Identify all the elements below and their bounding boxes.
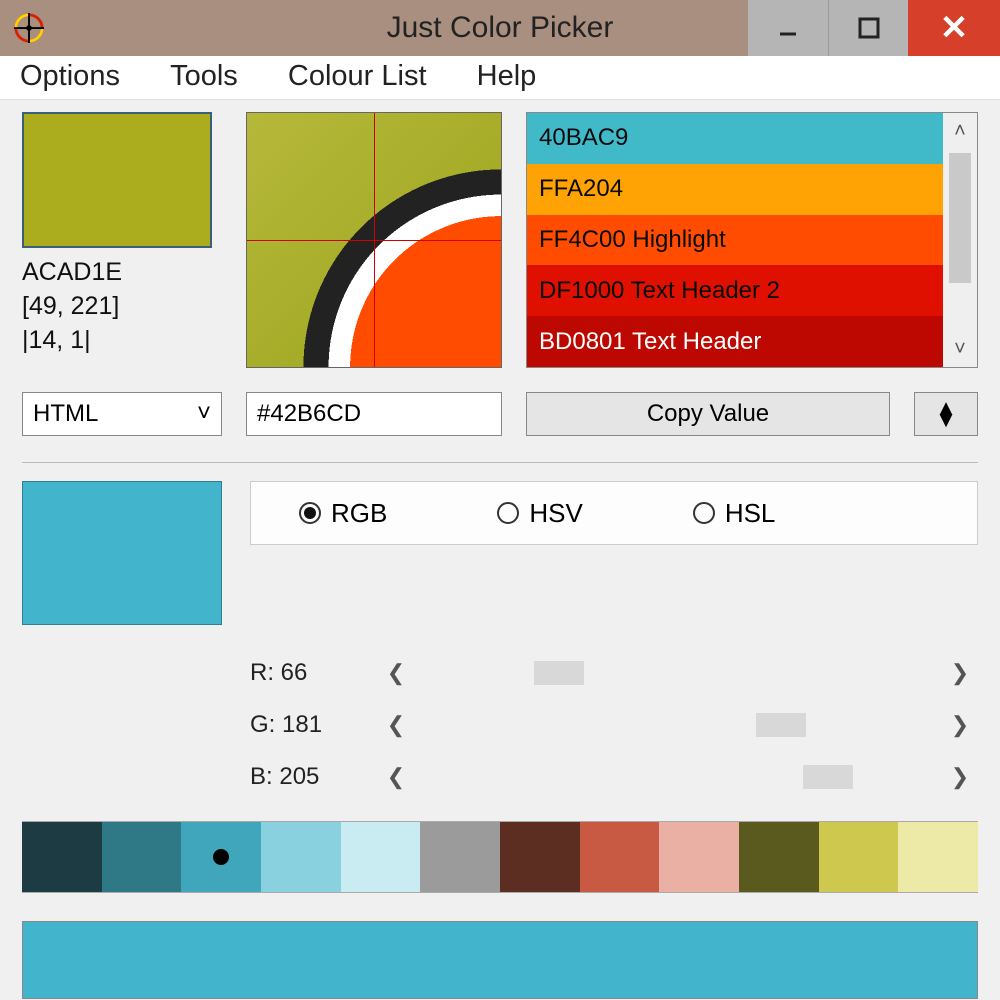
decrement-r[interactable]: ❮: [378, 660, 414, 686]
menu-colourlist[interactable]: Colour List: [288, 60, 427, 92]
track-r[interactable]: [432, 661, 924, 685]
palette-swatch[interactable]: [22, 822, 102, 892]
color-mode-group: RGB HSV HSL: [250, 481, 978, 545]
palette-swatch[interactable]: [181, 822, 261, 892]
palette-swatch[interactable]: [819, 822, 899, 892]
color-list-item[interactable]: 40BAC9: [527, 113, 943, 164]
palette-swatch[interactable]: [739, 822, 819, 892]
mode-hsv[interactable]: HSV: [497, 498, 582, 529]
slider-r: R: 66 ❮ ❯: [250, 647, 978, 699]
sampled-hex: ACAD1E: [22, 256, 222, 290]
gradient-bar[interactable]: [22, 921, 978, 999]
increment-r[interactable]: ❯: [942, 660, 978, 686]
scroll-up-icon[interactable]: ˄: [943, 113, 977, 149]
list-nav-spinner[interactable]: ▲ ▼: [914, 392, 978, 436]
app-window: Just Color Picker ✕ Options Tools Colour…: [0, 0, 1000, 1000]
menubar: Options Tools Colour List Help: [0, 56, 1000, 100]
palette-swatch[interactable]: [659, 822, 739, 892]
selected-color-preview: [22, 481, 222, 625]
palette-swatch[interactable]: [898, 822, 978, 892]
palette-swatch[interactable]: [102, 822, 182, 892]
thumb-b[interactable]: [803, 765, 853, 789]
close-icon: ✕: [940, 8, 969, 48]
thumb-g[interactable]: [756, 713, 806, 737]
scrollbar[interactable]: ˄ ˅: [943, 113, 977, 367]
color-list-item[interactable]: FFA204: [527, 164, 943, 215]
palette-swatch[interactable]: [420, 822, 500, 892]
menu-options[interactable]: Options: [20, 60, 120, 92]
harmony-palette: [22, 821, 978, 893]
color-value-input[interactable]: #42B6CD: [246, 392, 502, 436]
track-b[interactable]: [432, 765, 924, 789]
thumb-r[interactable]: [534, 661, 584, 685]
triangle-down-icon: ▼: [935, 414, 957, 426]
titlebar: Just Color Picker ✕: [0, 0, 1000, 56]
decrement-g[interactable]: ❮: [378, 712, 414, 738]
mode-hsl[interactable]: HSL: [693, 498, 776, 529]
divider: [22, 462, 978, 463]
sampled-position: [49, 221]: [22, 290, 222, 324]
minimize-button[interactable]: [748, 0, 828, 56]
color-list-item[interactable]: FF4C00 Highlight: [527, 215, 943, 266]
maximize-icon: [858, 17, 880, 39]
magnifier-view: [246, 112, 502, 368]
sampled-color-swatch: [22, 112, 212, 248]
copy-value-button[interactable]: Copy Value: [526, 392, 890, 436]
increment-b[interactable]: ❯: [942, 764, 978, 790]
increment-g[interactable]: ❯: [942, 712, 978, 738]
menu-tools[interactable]: Tools: [170, 60, 238, 92]
scroll-thumb[interactable]: [949, 153, 971, 283]
channel-sliders: R: 66 ❮ ❯ G: 181 ❮ ❯ B: 205 ❮ ❯: [250, 647, 978, 803]
maximize-button[interactable]: [828, 0, 908, 56]
slider-g: G: 181 ❮ ❯: [250, 699, 978, 751]
menu-help[interactable]: Help: [477, 60, 537, 92]
minimize-icon: [776, 16, 800, 40]
slider-b: B: 205 ❮ ❯: [250, 751, 978, 803]
mode-rgb[interactable]: RGB: [299, 498, 387, 529]
palette-swatch[interactable]: [341, 822, 421, 892]
track-g[interactable]: [432, 713, 924, 737]
palette-swatch[interactable]: [261, 822, 341, 892]
radio-icon: [299, 502, 321, 524]
sampled-relative: |14, 1|: [22, 324, 222, 358]
color-list: 40BAC9FFA204FF4C00 HighlightDF1000 Text …: [526, 112, 978, 368]
format-select[interactable]: HTML ˅: [22, 392, 222, 436]
close-button[interactable]: ✕: [908, 0, 1000, 56]
radio-icon: [693, 502, 715, 524]
color-list-item[interactable]: BD0801 Text Header: [527, 316, 943, 367]
color-list-item[interactable]: DF1000 Text Header 2: [527, 265, 943, 316]
palette-swatch[interactable]: [500, 822, 580, 892]
radio-icon: [497, 502, 519, 524]
palette-swatch[interactable]: [580, 822, 660, 892]
format-selected: HTML: [33, 400, 98, 428]
scroll-down-icon[interactable]: ˅: [943, 331, 977, 367]
chevron-down-icon: ˅: [197, 400, 211, 428]
decrement-b[interactable]: ❮: [378, 764, 414, 790]
